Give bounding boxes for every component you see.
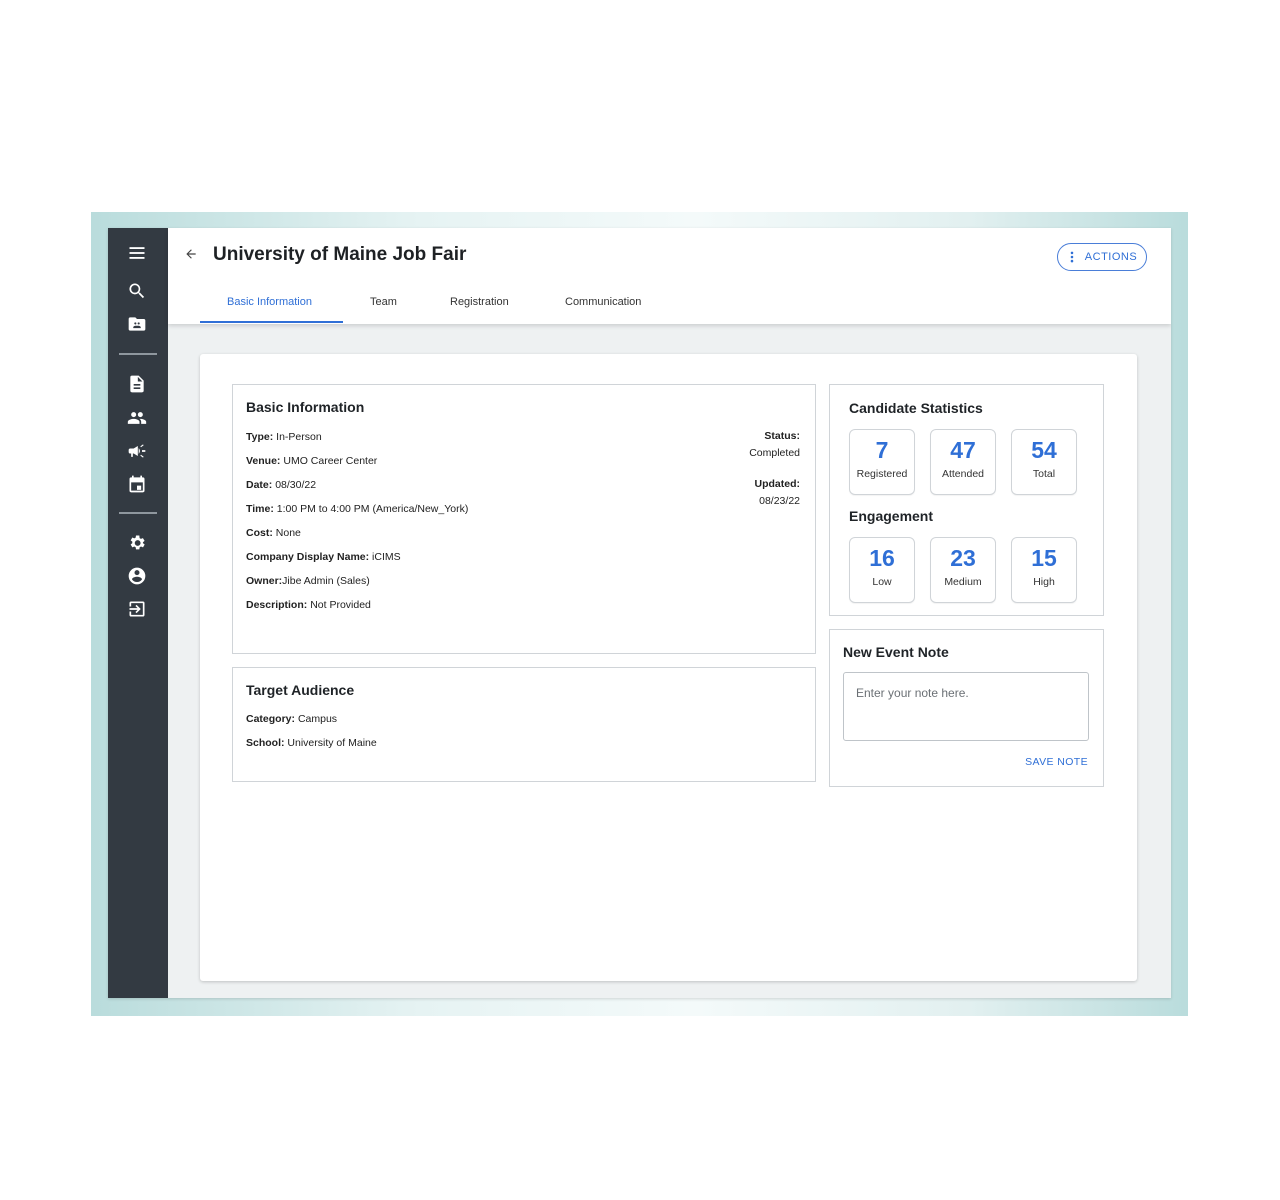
new-event-note-panel: New Event Note SAVE NOTE (829, 629, 1104, 787)
main-card: Basic Information Type: In-Person Venue:… (200, 354, 1137, 981)
field-category: Category: Campus (246, 713, 337, 725)
target-audience-panel: Target Audience Category: Campus School:… (232, 667, 816, 782)
basic-information-title: Basic Information (246, 399, 365, 415)
field-value: iCIMS (372, 551, 401, 563)
stat-label: Total (1032, 468, 1056, 480)
candidate-statistics-panel: Candidate Statistics 7 Registered 47 Att… (829, 384, 1104, 616)
engagement-title: Engagement (849, 508, 934, 524)
sidebar-divider (119, 512, 157, 514)
field-value: 1:00 PM to 4:00 PM (America/New_York) (276, 503, 469, 515)
sidebar-divider (119, 353, 157, 355)
document-icon[interactable] (125, 372, 149, 396)
page-header: University of Maine Job Fair ACTIONS Bas… (168, 228, 1171, 324)
stat-label: Registered (856, 468, 908, 480)
field-cost: Cost: None (246, 527, 301, 539)
field-label: Description: (246, 599, 308, 611)
field-label: Company Display Name: (246, 551, 370, 563)
field-description: Description: Not Provided (246, 599, 371, 611)
stat-label: Medium (944, 576, 982, 588)
active-tab-indicator (200, 321, 343, 323)
basic-information-panel: Basic Information Type: In-Person Venue:… (232, 384, 816, 654)
field-label: Time: (246, 503, 274, 515)
back-button[interactable] (182, 245, 200, 263)
field-value: UMO Career Center (283, 455, 378, 467)
engagement-medium: 23 Medium (930, 537, 996, 603)
tab-registration[interactable]: Registration (450, 296, 509, 308)
field-label: Venue: (246, 455, 281, 467)
field-label: Category: (246, 713, 296, 725)
event-note-input[interactable] (843, 672, 1089, 741)
updated-label: Updated: (754, 478, 801, 490)
stat-value: 54 (1031, 437, 1057, 463)
menu-icon[interactable] (125, 241, 149, 265)
stat-value: 7 (875, 437, 889, 463)
people-icon[interactable] (125, 406, 149, 430)
stat-total: 54 Total (1011, 429, 1077, 495)
field-company-display-name: Company Display Name: iCIMS (246, 551, 401, 563)
gear-icon[interactable] (125, 531, 149, 555)
field-label: Date: (246, 479, 273, 491)
actions-button[interactable]: ACTIONS (1057, 243, 1147, 271)
field-value: Not Provided (310, 599, 371, 611)
arrow-left-icon (186, 249, 196, 259)
stat-label: Attended (941, 468, 985, 480)
field-value: Campus (297, 713, 338, 725)
stat-label: Low (872, 576, 892, 588)
status-label: Status: (764, 430, 800, 442)
engagement-low: 16 Low (849, 537, 915, 603)
stat-label: High (1033, 576, 1055, 588)
tab-team[interactable]: Team (370, 296, 397, 308)
tab-basic-information[interactable]: Basic Information (227, 296, 312, 308)
engagement-high: 15 High (1011, 537, 1077, 603)
stat-value: 15 (1031, 545, 1057, 571)
field-time: Time: 1:00 PM to 4:00 PM (America/New_Yo… (246, 503, 468, 515)
app-window: University of Maine Job Fair ACTIONS Bas… (108, 228, 1171, 998)
stat-registered: 7 Registered (849, 429, 915, 495)
field-value: In-Person (276, 431, 322, 443)
target-audience-title: Target Audience (246, 682, 355, 698)
candidate-statistics-title: Candidate Statistics (849, 400, 983, 416)
save-note-button[interactable]: SAVE NOTE (1025, 756, 1088, 768)
field-value: 08/30/22 (275, 479, 317, 491)
status-value: Completed (749, 447, 800, 459)
stat-attended: 47 Attended (930, 429, 996, 495)
stat-value: 23 (950, 545, 976, 571)
sidebar (108, 228, 168, 998)
stat-value: 47 (950, 437, 976, 463)
more-vertical-icon (1070, 251, 1074, 263)
field-date: Date: 08/30/22 (246, 479, 316, 491)
account-circle-icon[interactable] (125, 564, 149, 588)
field-type: Type: In-Person (246, 431, 322, 443)
stat-value: 16 (869, 545, 895, 571)
field-value: None (275, 527, 301, 539)
field-owner: Owner:Jibe Admin (Sales) (246, 575, 370, 587)
field-school: School: University of Maine (246, 737, 377, 749)
field-label: Owner: (246, 575, 283, 587)
actions-button-label: ACTIONS (1084, 251, 1138, 263)
megaphone-icon[interactable] (125, 439, 149, 463)
field-label: School: (246, 737, 285, 749)
folder-icon[interactable] (125, 312, 149, 336)
field-label: Type: (246, 431, 274, 443)
calendar-icon[interactable] (125, 472, 149, 496)
field-value: Jibe Admin (Sales) (282, 575, 370, 587)
tab-communication[interactable]: Communication (565, 296, 641, 308)
field-label: Cost: (246, 527, 273, 539)
search-icon[interactable] (125, 279, 149, 303)
updated-value: 08/23/22 (759, 495, 800, 507)
new-event-note-title: New Event Note (843, 644, 949, 660)
field-value: University of Maine (287, 737, 377, 749)
logout-icon[interactable] (125, 597, 149, 621)
field-venue: Venue: UMO Career Center (246, 455, 377, 467)
page-title: University of Maine Job Fair (213, 244, 467, 265)
